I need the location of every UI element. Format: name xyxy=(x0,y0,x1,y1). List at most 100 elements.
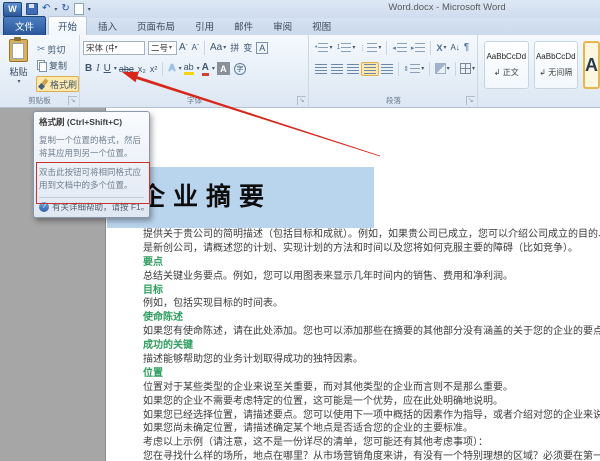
font-dialog-launcher-icon[interactable]: ↘ xyxy=(297,96,306,105)
increase-indent-button[interactable]: ▸ xyxy=(409,42,428,53)
paste-button[interactable]: 粘贴 ▾ xyxy=(3,39,34,97)
tab-2[interactable]: 插入 xyxy=(89,17,126,35)
font-name-combo[interactable]: 宋体 (中文正文)▾ xyxy=(83,41,145,55)
undo-dropdown-icon[interactable]: ▾ xyxy=(54,6,57,13)
cut-button[interactable]: ✂ 剪切 xyxy=(36,42,79,58)
change-case-button[interactable]: Aa▾ xyxy=(208,41,228,54)
doc-line[interactable]: 考虑以上示例（请注意，这不是一份详尽的清单，您可能还有其他考虑事项）： xyxy=(143,436,600,450)
phonetic-guide-button[interactable]: 拼 xyxy=(228,40,241,55)
distribute-button[interactable] xyxy=(379,63,395,75)
text-effects-button[interactable]: A xyxy=(166,62,177,75)
bullets-button[interactable]: •▾ xyxy=(313,42,334,53)
redo-icon[interactable]: ↻ xyxy=(61,2,69,16)
grow-font-button[interactable]: Aˆ xyxy=(177,41,190,54)
doc-subheading[interactable]: 要点 xyxy=(143,256,600,270)
doc-subheading[interactable]: 成功的关键 xyxy=(143,339,600,353)
quick-access-toolbar: W ↶ ▾ ↻ ▾ xyxy=(0,2,91,17)
clipboard-group: 粘贴 ▾ ✂ 剪切 复制 格式刷 剪贴板 ↘ xyxy=(0,35,80,107)
tab-3[interactable]: 页面布局 xyxy=(128,17,184,35)
tab-file[interactable]: 文件 xyxy=(3,16,46,35)
superscript-button[interactable]: x² xyxy=(148,63,160,75)
tab-1[interactable]: 开始 xyxy=(48,16,87,35)
doc-line[interactable]: 如果您的企业不需要考虑特定的位置，这可能是一个优势，应在此处明确地说明。 xyxy=(143,395,600,409)
numbering-button[interactable]: 1▾ xyxy=(334,42,357,53)
font-color-button[interactable]: A xyxy=(200,61,211,77)
shading-button[interactable]: ▾ xyxy=(433,62,452,75)
subscript-button[interactable]: x₂ xyxy=(136,63,148,75)
decrease-indent-button[interactable]: ◂ xyxy=(390,42,409,53)
doc-line[interactable]: 如果您有使命陈述，请在此处添加。您也可以添加那些在摘要的其他部分没有涵盖的关于您… xyxy=(143,325,600,339)
tab-6[interactable]: 审阅 xyxy=(264,17,301,35)
font-group-label: 字体 xyxy=(81,95,308,106)
style-sample: A xyxy=(585,55,598,76)
doc-line[interactable]: 例如，包括实现目标的时间表。 xyxy=(143,297,600,311)
character-shading-button[interactable]: A xyxy=(215,61,232,76)
justify-button[interactable] xyxy=(361,62,379,76)
clipboard-dialog-launcher-icon[interactable]: ↘ xyxy=(68,96,77,105)
doc-line[interactable]: 如果您已经选择位置，请描述要点。您可以使用下一项中概括的因素作为指导，或者介绍对… xyxy=(143,409,600,423)
tab-5[interactable]: 邮件 xyxy=(225,17,262,35)
tab-4[interactable]: 引用 xyxy=(186,17,223,35)
style-chip-1[interactable]: AaBbCcDd↲ 无间隔 xyxy=(534,41,579,89)
copy-button[interactable]: 复制 xyxy=(36,58,79,74)
doc-line[interactable]: 您在寻找什么样的场所，地点在哪里？从市场营销角度来讲，有没有一个特别理想的区域？… xyxy=(143,450,600,461)
style-name: ↲ 无间隔 xyxy=(539,67,572,78)
shrink-font-button[interactable]: Aˇ xyxy=(190,42,201,53)
document-heading[interactable]: 企业摘要 xyxy=(140,177,272,213)
doc-line[interactable]: 如果您尚未确定位置，请描述确定某个地点是否适合您的企业的主要标准。 xyxy=(143,422,600,436)
paragraph-group-label: 段落 xyxy=(310,95,477,106)
undo-icon[interactable]: ↶ xyxy=(42,2,50,16)
doc-subheading[interactable]: 目标 xyxy=(143,284,600,298)
character-scale-button[interactable]: 变 xyxy=(241,40,254,55)
tab-7[interactable]: 视图 xyxy=(303,17,340,35)
borders-button[interactable]: ▾ xyxy=(458,62,477,75)
tooltip-title: 格式刷 (Ctrl+Shift+C) xyxy=(39,116,144,128)
doc-subheading[interactable]: 使命陈述 xyxy=(143,311,600,325)
italic-button[interactable]: I xyxy=(94,62,101,75)
styles-gallery: AaBbCcDd↲ 正文AaBbCcDd↲ 无间隔 A xyxy=(484,41,600,89)
align-left-button[interactable] xyxy=(313,63,329,75)
qat-customize-icon[interactable]: ▾ xyxy=(88,6,91,13)
word-window: W ↶▾ ↻ ▾ Word.docx - Microsoft Word 文件开始… xyxy=(0,0,600,461)
paste-dropdown-icon[interactable]: ▾ xyxy=(4,78,34,85)
style-chip-0[interactable]: AaBbCcDd↲ 正文 xyxy=(484,41,529,89)
format-painter-icon xyxy=(38,79,48,90)
multilevel-list-button[interactable]: ⋮▾ xyxy=(357,42,383,53)
doc-line[interactable]: 是新创公司，请概述您的计划、实现计划的方法和时间以及您将如何克服主要的障碍（比如… xyxy=(143,242,600,256)
align-center-button[interactable] xyxy=(329,63,345,75)
align-right-button[interactable] xyxy=(345,63,361,75)
doc-subheading[interactable]: 位置 xyxy=(143,367,600,381)
style-chip-2[interactable]: A xyxy=(583,41,600,89)
show-marks-button[interactable]: ¶ xyxy=(462,41,471,54)
strikethrough-button[interactable]: abe xyxy=(117,63,136,75)
sort-button[interactable]: A↓ xyxy=(448,42,461,53)
title-bar: W ↶▾ ↻ ▾ Word.docx - Microsoft Word xyxy=(0,0,600,18)
enclose-characters-button[interactable]: 字 xyxy=(232,62,248,76)
doc-line[interactable]: 位置对于某些类型的企业来说至关重要，而对其他类型的企业而言则不是那么重要。 xyxy=(143,381,600,395)
format-painter-label: 格式刷 xyxy=(50,78,77,91)
document-body[interactable]: 提供关于贵公司的简明描述（包括目标和成就）。例如，如果贵公司已成立，您可以介绍公… xyxy=(143,228,600,461)
font-size-value: 二号 xyxy=(151,42,168,54)
ribbon-tab-row: 文件开始插入页面布局引用邮件审阅视图 xyxy=(0,18,600,35)
asian-layout-button[interactable]: X▾ xyxy=(434,42,448,54)
paste-label: 粘贴 xyxy=(3,65,34,78)
doc-line[interactable]: 描述能够帮助您的业务计划取得成功的独特因素。 xyxy=(143,353,600,367)
doc-line[interactable]: 提供关于贵公司的简明描述（包括目标和成就）。例如，如果贵公司已成立，您可以介绍公… xyxy=(143,228,600,242)
word-logo-icon[interactable]: W xyxy=(3,2,22,17)
format-painter-button[interactable]: 格式刷 xyxy=(36,76,79,92)
save-icon[interactable] xyxy=(26,3,38,15)
copy-icon xyxy=(37,60,46,71)
style-name: ↲ 正文 xyxy=(494,67,519,78)
font-size-combo[interactable]: 二号▾ xyxy=(148,41,177,55)
line-spacing-button[interactable]: ⇕▾ xyxy=(401,63,426,74)
doc-line[interactable]: 总结关键业务要点。例如，您可以用图表来显示几年时间内的销售、费用和净利润。 xyxy=(143,270,600,284)
qat-document-icon[interactable] xyxy=(74,3,84,15)
highlight-color-button[interactable]: ab xyxy=(182,61,196,76)
underline-button[interactable]: U xyxy=(102,62,113,75)
paragraph-dialog-launcher-icon[interactable]: ↘ xyxy=(466,96,475,105)
paragraph-group: •▾ 1▾ ⋮▾ ◂ ▸ X▾ A↓ ¶ ⇕▾ ▾ xyxy=(310,35,478,107)
cut-icon: ✂ xyxy=(37,44,45,55)
copy-label: 复制 xyxy=(49,59,67,72)
bold-button[interactable]: B xyxy=(83,62,94,75)
character-border-button[interactable]: A xyxy=(254,41,270,55)
